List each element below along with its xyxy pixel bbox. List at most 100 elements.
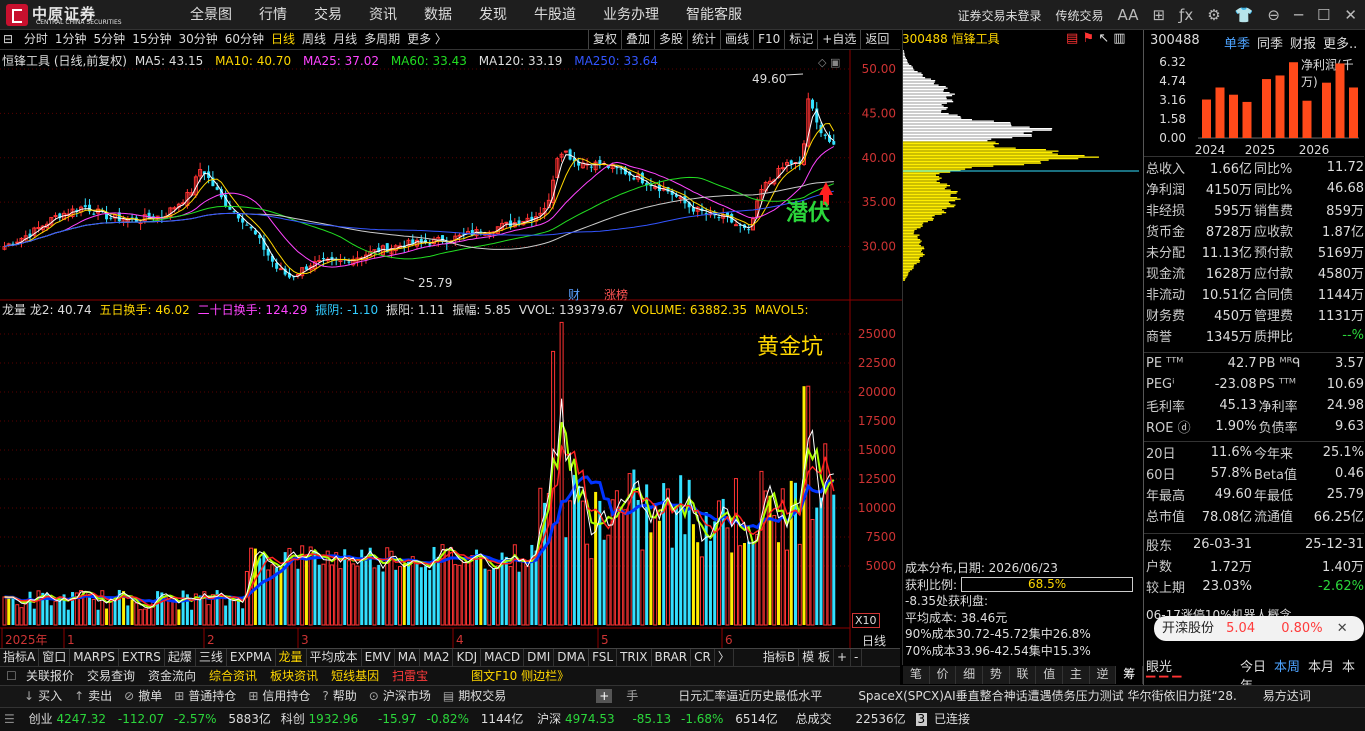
- nav-item[interactable]: 行情: [259, 0, 287, 30]
- period-tab[interactable]: 分时: [24, 30, 48, 49]
- indicator-tab[interactable]: DMI: [524, 649, 555, 666]
- login-status[interactable]: 证券交易未登录: [957, 7, 1041, 24]
- period-tab[interactable]: 60分钟: [225, 30, 264, 49]
- action-item[interactable]: 帮助: [333, 686, 357, 707]
- chart-tool-button[interactable]: F10: [753, 30, 784, 49]
- indicator-tab[interactable]: BRAR: [652, 649, 692, 666]
- action-item[interactable]: 普通持仓: [188, 686, 236, 707]
- indicator-tab[interactable]: 〉: [715, 649, 734, 666]
- info-bar-item[interactable]: 板块资讯: [270, 667, 318, 685]
- minimize-icon[interactable]: ─: [1294, 6, 1303, 24]
- action-icon[interactable]: ⊙: [369, 686, 379, 707]
- nav-item[interactable]: 业务办理: [603, 0, 659, 30]
- period-tab[interactable]: 日线: [271, 30, 295, 49]
- chart-tool-button[interactable]: 统计: [687, 30, 720, 49]
- indicator-tab[interactable]: FSL: [589, 649, 618, 666]
- formula-icon[interactable]: ƒx: [1179, 6, 1193, 24]
- action-icon[interactable]: ⊘: [124, 686, 134, 707]
- report-tab[interactable]: 同季: [1257, 37, 1283, 52]
- report-tab[interactable]: 财报: [1290, 37, 1316, 52]
- mid-tab[interactable]: 逆: [1089, 666, 1117, 684]
- action-item[interactable]: 信用持仓: [262, 686, 310, 707]
- info-bar-item[interactable]: 关联报价: [26, 667, 74, 685]
- period-tab[interactable]: 30分钟: [178, 30, 217, 49]
- mid-tab[interactable]: 势: [983, 666, 1010, 684]
- indicator-tab[interactable]: EXTRS: [119, 649, 165, 666]
- nav-item[interactable]: 牛股道: [534, 0, 576, 30]
- action-item[interactable]: 买入: [38, 686, 62, 707]
- indicator-tab[interactable]: EMV: [362, 649, 395, 666]
- indicator-tab[interactable]: 三线: [196, 649, 227, 666]
- maximize-icon[interactable]: ☐: [1317, 6, 1330, 24]
- info-bar-item[interactable]: 短线基因: [331, 667, 379, 685]
- nav-item[interactable]: 资讯: [369, 0, 397, 30]
- action-icon[interactable]: ▤: [443, 686, 454, 707]
- indicator-tab[interactable]: MA2: [420, 649, 454, 666]
- chart-tool-button[interactable]: 返回: [860, 30, 893, 49]
- info-bar-item[interactable]: 图文F10 侧边栏》: [471, 667, 569, 685]
- close-icon[interactable]: ✕: [1344, 6, 1357, 24]
- indicator-tab[interactable]: KDJ: [453, 649, 482, 666]
- indicator-tab[interactable]: MARPS: [70, 649, 119, 666]
- indicator-tab[interactable]: 指标B: [760, 649, 800, 666]
- chart-tool-button[interactable]: 多股: [654, 30, 687, 49]
- mid-tab[interactable]: 价: [929, 666, 957, 684]
- period-tab[interactable]: 更多 〉: [407, 30, 447, 49]
- nav-item[interactable]: 智能客服: [686, 0, 742, 30]
- mid-tab[interactable]: 笔: [903, 666, 930, 684]
- rank-tab[interactable]: 本周: [1274, 660, 1300, 675]
- mid-tab[interactable]: 联: [1009, 666, 1037, 684]
- font-size-icon[interactable]: AA: [1118, 6, 1139, 24]
- action-item[interactable]: 日元汇率逼近历史最低水平: [678, 686, 822, 707]
- mid-tab[interactable]: 主: [1063, 666, 1090, 684]
- chart-tool-button[interactable]: 复权: [588, 30, 621, 49]
- action-icon[interactable]: ⊞: [174, 686, 184, 707]
- chart-tool-button[interactable]: 画线: [720, 30, 753, 49]
- action-item[interactable]: 卖出: [88, 686, 112, 707]
- chart-window-icons[interactable]: ◇ ▣: [818, 56, 840, 69]
- action-item[interactable]: 沪深市场: [383, 686, 431, 707]
- indicator-tab[interactable]: CR: [691, 649, 715, 666]
- period-tab[interactable]: 月线: [333, 30, 357, 49]
- action-item[interactable]: 撤单: [138, 686, 162, 707]
- indicator-tab[interactable]: +: [834, 649, 852, 666]
- layout-grid-icon[interactable]: ⊞: [1152, 6, 1165, 24]
- action-item[interactable]: SpaceX(SPCX)AI垂直整合神话遭遇债务压力测试 华尔街依旧力挺“28.: [858, 686, 1236, 707]
- action-item[interactable]: 期权交易: [458, 686, 506, 707]
- period-tab[interactable]: 1分钟: [55, 30, 87, 49]
- add-icon[interactable]: +: [596, 689, 613, 703]
- period-tab[interactable]: 15分钟: [132, 30, 171, 49]
- back-circle-icon[interactable]: ⊖: [1267, 6, 1280, 24]
- period-tab[interactable]: 多周期: [364, 30, 400, 49]
- info-bar-item[interactable]: 扫雷宝: [392, 667, 428, 685]
- connection-status[interactable]: 已连接: [934, 708, 970, 730]
- period-tab[interactable]: 周线: [302, 30, 326, 49]
- indicator-tab[interactable]: EXPMA: [227, 649, 276, 666]
- gear-icon[interactable]: ⚙: [1207, 6, 1220, 24]
- indicator-tab[interactable]: 起爆: [165, 649, 196, 666]
- index-popup[interactable]: 开滦股份 5.04 0.80% ✕: [1154, 616, 1364, 641]
- report-tab[interactable]: 单季: [1224, 37, 1250, 52]
- period-tab[interactable]: 5分钟: [94, 30, 126, 49]
- indicator-tab[interactable]: TRIX: [617, 649, 652, 666]
- indicator-tab[interactable]: MA: [395, 649, 421, 666]
- mid-tab[interactable]: 值: [1036, 666, 1064, 684]
- collapse-icon[interactable]: ⊟: [3, 30, 13, 49]
- indicator-tab[interactable]: MACD: [481, 649, 525, 666]
- indicator-tab[interactable]: 窗口: [39, 649, 71, 666]
- nav-item[interactable]: 交易: [314, 0, 342, 30]
- indicator-tab[interactable]: 指标A: [0, 649, 40, 666]
- action-icon[interactable]: ⊞: [248, 686, 258, 707]
- zhangbang-marker[interactable]: 涨榜: [604, 286, 628, 303]
- indicator-tab[interactable]: 龙量: [276, 649, 307, 666]
- chart-tool-button[interactable]: +自选: [817, 30, 860, 49]
- info-bar-item[interactable]: 综合资讯: [209, 667, 257, 685]
- nav-item[interactable]: 数据: [424, 0, 452, 30]
- skin-icon[interactable]: 👕: [1235, 6, 1254, 24]
- popup-close-icon[interactable]: ✕: [1337, 621, 1348, 636]
- finance-marker[interactable]: 财: [568, 286, 580, 303]
- indicator-tab[interactable]: 平均成本: [307, 649, 362, 666]
- nav-item[interactable]: 发现: [479, 0, 507, 30]
- nav-item[interactable]: 全景图: [190, 0, 232, 30]
- mid-tab[interactable]: 筹: [1116, 666, 1144, 684]
